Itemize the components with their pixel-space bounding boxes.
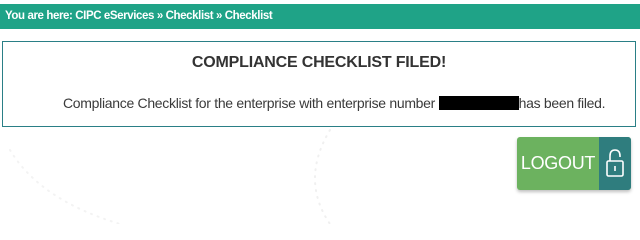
- breadcrumb-item-current: Checklist: [224, 10, 273, 22]
- breadcrumb-separator: »: [215, 10, 225, 22]
- breadcrumb-item-cipc-eservices[interactable]: CIPC eServices: [75, 10, 157, 22]
- breadcrumb-separator: »: [156, 10, 166, 22]
- message-text-before: Compliance Checklist for the enterprise …: [63, 95, 439, 111]
- page-title: COMPLIANCE CHECKLIST FILED!: [191, 54, 447, 71]
- breadcrumb-prefix: You are here:: [5, 10, 76, 22]
- lock-icon-panel: [599, 137, 631, 190]
- breadcrumb-item-checklist[interactable]: Checklist: [166, 10, 216, 22]
- logout-button[interactable]: LOGOUT: [517, 137, 631, 190]
- lock-icon: [606, 149, 624, 177]
- breadcrumb: You are here: CIPC eServices » Checklist…: [0, 4, 640, 29]
- confirmation-message: Compliance Checklist for the enterprise …: [63, 95, 606, 111]
- message-text-after: has been filed.: [518, 95, 606, 111]
- logout-label: LOGOUT: [520, 153, 596, 173]
- redacted-enterprise-number: [438, 96, 519, 110]
- confirmation-panel: COMPLIANCE CHECKLIST FILED! Compliance C…: [2, 41, 636, 127]
